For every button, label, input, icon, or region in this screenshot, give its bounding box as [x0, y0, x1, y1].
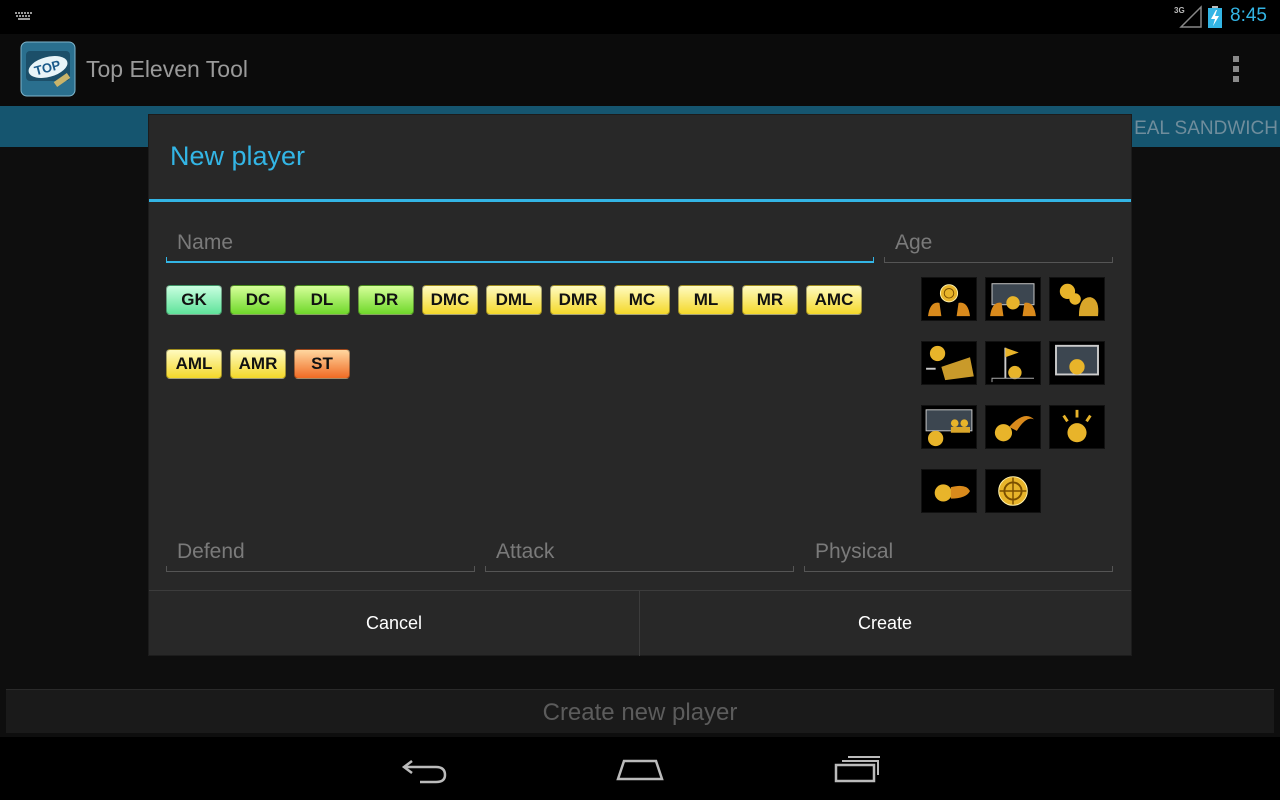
screen: 3G 8:45 TOP Top Eleven Tool EAL SANDWICH…	[0, 0, 1280, 800]
new-player-dialog: New player GK DC DL DR DMC DML DMR MC ML…	[149, 115, 1131, 656]
action-bar: TOP Top Eleven Tool	[0, 34, 1280, 106]
position-dc-button[interactable]: DC	[230, 285, 286, 315]
app-logo-icon[interactable]: TOP	[20, 41, 76, 97]
keyboard-icon	[15, 12, 32, 20]
dialog-title: New player	[170, 141, 306, 171]
position-aml-button[interactable]: AML	[166, 349, 222, 379]
overflow-menu-icon[interactable]	[1233, 56, 1243, 86]
target-icon[interactable]	[985, 469, 1041, 513]
position-amc-button[interactable]: AMC	[806, 285, 862, 315]
create-new-player-button[interactable]: Create new player	[6, 689, 1274, 733]
dialog-button-row: Cancel Create	[149, 590, 1131, 656]
ball-burst-icon[interactable]	[1049, 405, 1105, 449]
battery-charging-icon	[1208, 6, 1222, 28]
status-bar: 3G 8:45	[0, 0, 1280, 34]
back-icon[interactable]	[400, 755, 450, 785]
physical-field[interactable]	[804, 532, 1113, 572]
position-mc-button[interactable]: MC	[614, 285, 670, 315]
cancel-button[interactable]: Cancel	[149, 591, 639, 656]
recent-apps-icon[interactable]	[832, 753, 882, 783]
create-button[interactable]: Create	[640, 591, 1130, 656]
attack-field[interactable]	[485, 532, 794, 572]
curl-ball-icon[interactable]	[985, 405, 1041, 449]
name-field[interactable]	[166, 223, 874, 263]
goal-ball-icon[interactable]	[1049, 341, 1105, 385]
age-input[interactable]	[884, 223, 1113, 263]
position-ml-button[interactable]: ML	[678, 285, 734, 315]
defend-field[interactable]	[166, 532, 475, 572]
physical-input[interactable]	[804, 532, 1113, 572]
clock: 8:45	[1230, 5, 1267, 26]
position-dr-button[interactable]: DR	[358, 285, 414, 315]
signal-3g-icon: 3G	[1174, 5, 1202, 28]
defend-input[interactable]	[166, 532, 475, 572]
create-new-player-label: Create new player	[542, 699, 738, 726]
position-dmc-button[interactable]: DMC	[422, 285, 478, 315]
position-dl-button[interactable]: DL	[294, 285, 350, 315]
goal-save-icon[interactable]	[985, 277, 1041, 321]
shoe-kick-icon[interactable]	[921, 341, 977, 385]
fast-ball-icon[interactable]	[921, 469, 977, 513]
position-dmr-button[interactable]: DMR	[550, 285, 606, 315]
position-mr-button[interactable]: MR	[742, 285, 798, 315]
app-title: Top Eleven Tool	[86, 56, 248, 82]
wall-freekick-icon[interactable]	[921, 405, 977, 449]
position-st-button[interactable]: ST	[294, 349, 350, 379]
position-dml-button[interactable]: DML	[486, 285, 542, 315]
attack-input[interactable]	[485, 532, 794, 572]
name-input[interactable]	[166, 223, 874, 263]
background-tab-label: EAL SANDWICH	[1134, 118, 1278, 139]
position-gk-button[interactable]: GK	[166, 285, 222, 315]
corner-flag-icon[interactable]	[985, 341, 1041, 385]
glove-catch-icon[interactable]	[921, 277, 977, 321]
dialog-title-divider	[149, 199, 1131, 202]
age-field[interactable]	[884, 223, 1113, 263]
position-amr-button[interactable]: AMR	[230, 349, 286, 379]
svg-text:3G: 3G	[1174, 6, 1185, 15]
ball-header-icon[interactable]	[1049, 277, 1105, 321]
navigation-bar	[0, 737, 1280, 800]
home-icon[interactable]	[614, 755, 666, 783]
